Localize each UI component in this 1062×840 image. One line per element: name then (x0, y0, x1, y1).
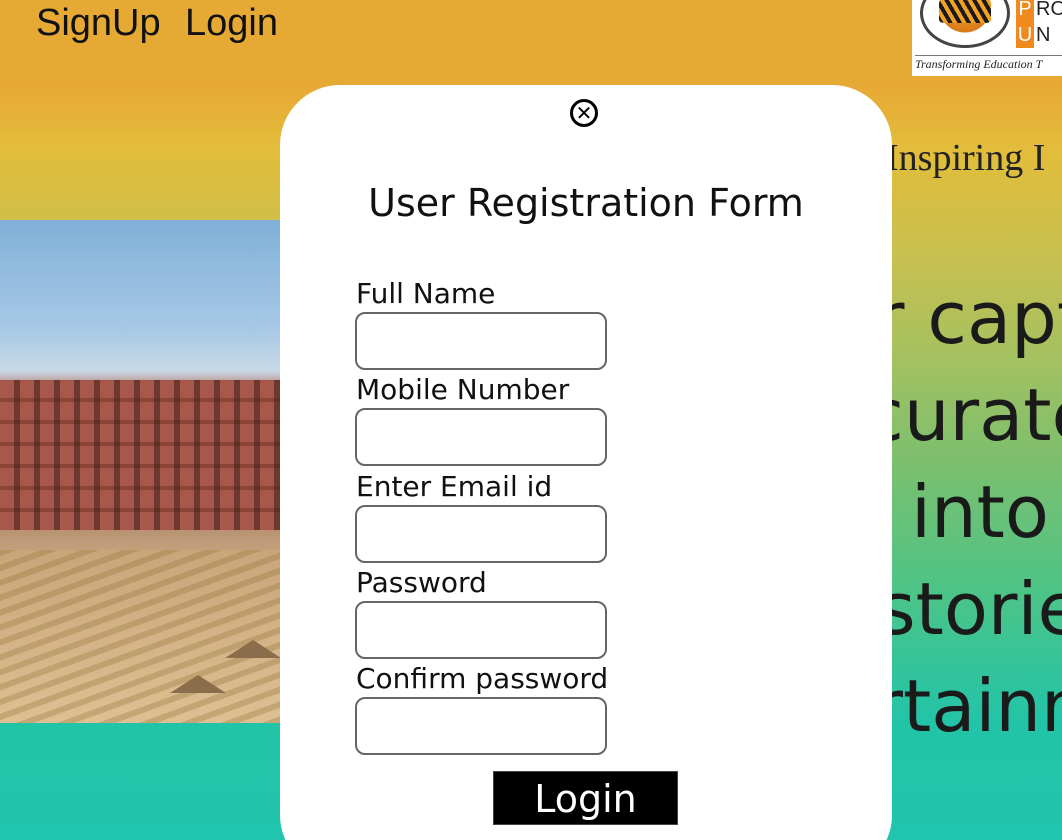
signup-link[interactable]: SignUp (36, 0, 161, 46)
university-logo: P RO UN Transforming Education T (912, 0, 1062, 76)
email-input[interactable] (355, 505, 607, 563)
campus-building-image (0, 380, 290, 530)
password-label: Password (356, 566, 487, 599)
mobile-number-input[interactable] (355, 408, 607, 466)
password-input[interactable] (355, 601, 607, 659)
login-link[interactable]: Login (185, 0, 278, 46)
registration-modal: ✕ User Registration Form Full Name Mobil… (280, 85, 892, 840)
logo-text-line1: RO (1036, 0, 1062, 20)
mobile-number-label: Mobile Number (356, 373, 570, 406)
full-name-label: Full Name (356, 277, 496, 310)
logo-wordmark: P RO UN (1016, 0, 1062, 48)
confirm-password-label: Confirm password (356, 662, 609, 695)
logo-badge-u: U (1016, 22, 1034, 48)
background-tagline: Inspiring I (886, 137, 1046, 179)
campus-ground-image (0, 550, 290, 723)
form-title: User Registration Form (368, 181, 804, 225)
logo-badge-p: P (1016, 0, 1034, 22)
campus-pyramid-image (170, 675, 226, 693)
close-icon[interactable]: ✕ (570, 99, 598, 127)
confirm-password-input[interactable] (355, 697, 607, 755)
page: SignUp Login P RO UN Transforming Educati… (0, 0, 1062, 840)
logo-text-line2: N (1036, 24, 1051, 46)
full-name-input[interactable] (355, 312, 607, 370)
logo-tagline: Transforming Education T (915, 55, 1062, 72)
login-submit-button[interactable]: Login (493, 771, 678, 825)
campus-pyramid-image (225, 640, 281, 658)
university-seal-icon (920, 0, 1010, 48)
campus-photo (0, 220, 290, 723)
email-label: Enter Email id (356, 470, 553, 503)
top-navbar: SignUp Login P RO UN Transforming Educati… (0, 0, 1062, 84)
